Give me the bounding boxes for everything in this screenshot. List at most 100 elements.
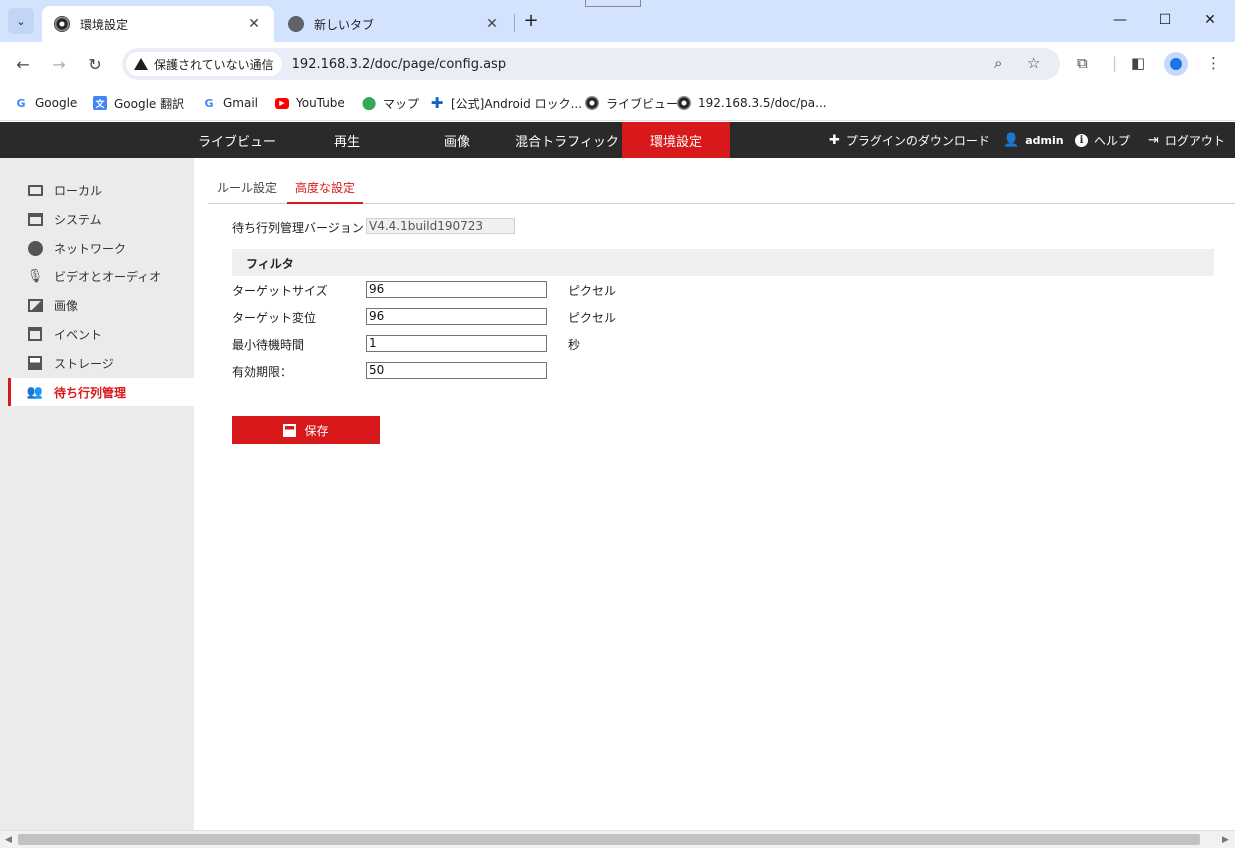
expiration-label: 有効期限： — [232, 365, 293, 379]
bookmark-gmail[interactable]: G Gmail — [202, 94, 258, 112]
people-icon: 👥 — [26, 384, 44, 400]
bookmark-label: ライブビュー — [606, 96, 679, 111]
url-text[interactable]: 192.168.3.2/doc/page/config.asp — [292, 57, 506, 72]
min-wait-time-input[interactable]: 1 — [366, 335, 547, 352]
plugin-download-link[interactable]: ✚ プラグインのダウンロード — [829, 122, 990, 158]
scroll-right-icon[interactable]: ▶ — [1222, 835, 1229, 845]
tab-rule-settings[interactable]: ルール設定 — [208, 172, 286, 203]
user-menu[interactable]: 👤 admin — [1003, 122, 1064, 158]
bookmark-label: YouTube — [296, 96, 345, 110]
kebab-menu-icon[interactable]: ⋮ — [1206, 54, 1221, 72]
security-chip[interactable]: 保護されていない通信 — [126, 52, 282, 76]
google-icon: G — [204, 96, 214, 110]
maps-pin-icon: ⬤ — [361, 95, 377, 111]
bookmark-google-translate[interactable]: 文 Google 翻訳 — [93, 94, 184, 112]
help-link[interactable]: i ヘルプ — [1075, 122, 1130, 158]
target-size-unit: ピクセル — [568, 284, 617, 298]
sidebar-item-network[interactable]: ネットワーク — [8, 234, 194, 262]
target-displacement-input[interactable]: 96 — [366, 308, 547, 325]
sidebar-item-image[interactable]: 画像 — [8, 291, 194, 319]
forward-button[interactable]: → — [47, 52, 71, 76]
logout-link[interactable]: ⇥ ログアウト — [1148, 122, 1225, 158]
globe-favicon-icon — [288, 16, 304, 32]
bookmark-maps[interactable]: ⬤ マップ — [362, 94, 419, 112]
help-label: ヘルプ — [1094, 133, 1131, 148]
target-displacement-label: ターゲット変位 — [232, 311, 317, 325]
main-content: ルール設定 高度な設定 待ち行列管理バージョン V4.4.1build19072… — [194, 158, 1235, 830]
tab-title: 環境設定 — [80, 17, 129, 32]
plugin-download-label: プラグインのダウンロード — [845, 133, 990, 148]
nav-mixed-traffic[interactable]: 混合トラフィック — [512, 122, 622, 158]
bookmark-label: Google 翻訳 — [114, 96, 185, 111]
close-icon[interactable]: ✕ — [484, 16, 500, 32]
target-size-input[interactable]: 96 — [366, 281, 547, 298]
reload-icon: ↻ — [88, 54, 102, 74]
version-label: 待ち行列管理バージョン — [232, 221, 364, 235]
bookmark-android-lock[interactable]: ✚ [公式]Android ロック... — [430, 94, 582, 112]
browser-tab-active[interactable]: 環境設定 ✕ — [42, 6, 274, 42]
arrow-right-icon: → — [52, 54, 66, 74]
horizontal-scrollbar[interactable]: ◀ ▶ — [0, 830, 1235, 848]
nav-liveview[interactable]: ライブビュー — [182, 122, 292, 158]
bookmark-liveview[interactable]: ライブビュー — [585, 94, 678, 112]
plus-cross-icon: ✚ — [430, 94, 444, 112]
scrollbar-thumb[interactable] — [18, 834, 1200, 845]
sidebar-item-label: ストレージ — [54, 356, 114, 371]
close-icon[interactable]: ✕ — [246, 16, 262, 32]
extensions-icon[interactable]: ⧉ — [1077, 54, 1088, 72]
target-size-label: ターゲットサイズ — [232, 284, 328, 298]
save-button-label: 保存 — [304, 423, 329, 438]
sidebar-item-event[interactable]: イベント — [8, 320, 194, 348]
camera-favicon-icon — [585, 96, 599, 110]
camera-favicon-icon — [54, 16, 70, 32]
tab-search-button[interactable]: ⌄ — [8, 8, 34, 34]
sidebar-item-video-audio[interactable]: 🎙 ビデオとオーディオ — [8, 262, 194, 290]
mic-icon: 🎙 — [26, 268, 44, 284]
nav-image[interactable]: 画像 — [402, 122, 512, 158]
nav-playback[interactable]: 再生 — [292, 122, 402, 158]
address-bar[interactable]: 保護されていない通信 192.168.3.2/doc/page/config.a… — [122, 48, 1060, 80]
window-drag-notch — [585, 0, 641, 7]
sidebar-item-storage[interactable]: ストレージ — [8, 349, 194, 377]
bookmark-youtube[interactable]: ▶ YouTube — [275, 94, 345, 112]
bookmarks-bar: G Google 文 Google 翻訳 G Gmail ▶ YouTube ⬤… — [0, 86, 1235, 121]
floppy-icon — [283, 423, 297, 437]
sidebar-item-label: システム — [54, 212, 102, 227]
chevron-down-icon: ⌄ — [16, 14, 26, 28]
sidebar-item-label: ネットワーク — [54, 241, 127, 256]
browser-toolbar: ← → ↻ 保護されていない通信 192.168.3.2/doc/page/co… — [0, 42, 1235, 86]
toolbar-divider: | — [1112, 54, 1118, 72]
nav-configuration[interactable]: 環境設定 — [622, 122, 730, 158]
sidebar-item-system[interactable]: システム — [8, 205, 194, 233]
bookmark-google[interactable]: G Google — [14, 94, 77, 112]
tab-title: 新しいタブ — [314, 17, 375, 32]
sidebar-item-label: ローカル — [54, 183, 103, 198]
bookmark-camera-2[interactable]: 192.168.3.5/doc/pa... — [677, 94, 827, 112]
translate-icon: 文 — [93, 96, 107, 110]
sidebar-item-local[interactable]: ローカル — [8, 176, 194, 204]
scroll-left-icon[interactable]: ◀ — [5, 835, 12, 845]
side-panel-icon[interactable]: ◧ — [1131, 54, 1145, 72]
browser-tab-inactive[interactable]: 新しいタブ ✕ — [276, 6, 512, 42]
user-icon: 👤 — [1003, 132, 1020, 148]
sidebar-item-queue-management[interactable]: 👥 待ち行列管理 — [8, 378, 194, 406]
bookmark-star-icon[interactable]: ☆ — [1027, 54, 1040, 72]
bookmark-label: [公式]Android ロック... — [451, 96, 583, 111]
target-displacement-unit: ピクセル — [568, 311, 617, 325]
tab-advanced-settings[interactable]: 高度な設定 — [287, 172, 363, 204]
maximize-button[interactable]: ☐ — [1151, 8, 1179, 32]
minimize-button[interactable]: — — [1106, 8, 1134, 32]
close-icon: ✕ — [1204, 12, 1216, 28]
expiration-input[interactable]: 50 — [366, 362, 547, 379]
profile-avatar[interactable] — [1164, 52, 1188, 76]
window-close-button[interactable]: ✕ — [1196, 8, 1224, 32]
zoom-icon[interactable]: ⌕ — [994, 54, 1002, 72]
sidebar-item-label: 画像 — [54, 298, 79, 313]
save-button[interactable]: 保存 — [232, 416, 380, 444]
reload-button[interactable]: ↻ — [83, 52, 107, 76]
sidebar-item-label: 待ち行列管理 — [54, 385, 127, 400]
new-tab-button[interactable]: + — [522, 10, 540, 31]
version-value: V4.4.1build190723 — [366, 218, 515, 234]
app-header: ライブビュー 再生 画像 混合トラフィック 環境設定 ✚ プラグインのダウンロー… — [0, 122, 1235, 158]
back-button[interactable]: ← — [11, 52, 35, 76]
